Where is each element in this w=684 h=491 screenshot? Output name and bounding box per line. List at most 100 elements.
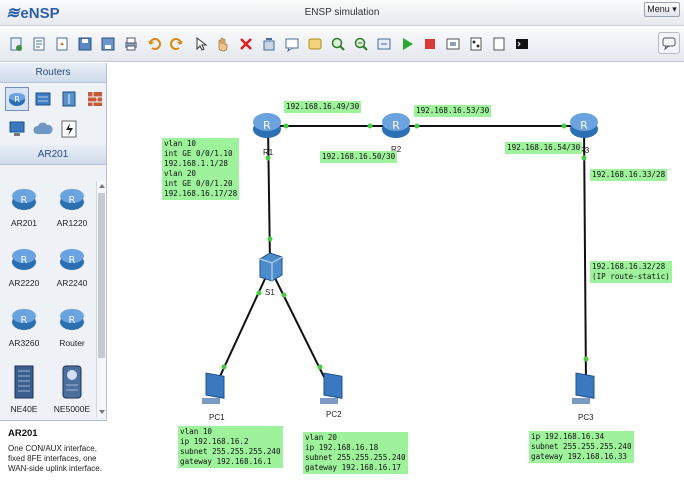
print-icon[interactable] [121,34,140,53]
menu-button-label: Menu [647,4,670,14]
redo-icon[interactable] [167,34,186,53]
start-icon[interactable] [397,34,416,53]
description-text: One CON/AUX interface, fixed 8FE interfa… [8,444,102,473]
save-as-icon[interactable] [98,34,117,53]
pc-category-icon[interactable] [5,117,29,141]
router-icon: R [12,189,36,210]
scroll-up-icon[interactable] [99,184,105,188]
description-title: AR201 [8,428,38,439]
router-icon: R [60,249,84,270]
console-icon[interactable] [512,34,531,53]
chassis-router-icon [62,365,82,399]
device-item-router[interactable]: R Router [48,301,96,361]
device-item-ar2220[interactable]: R AR2220 [0,241,48,301]
device-label: AR201 [11,218,37,228]
chat-icon[interactable] [658,32,680,54]
device-label: AR2240 [56,278,88,288]
device-header: AR201 [0,145,106,165]
router-icon: R [12,309,36,330]
svg-text:R: R [69,195,76,206]
undo-icon[interactable] [144,34,163,53]
router-icon: R [60,309,84,330]
device-item-ar3260[interactable]: R AR3260 [0,301,48,361]
switch-category-icon[interactable] [31,87,55,111]
panel-icon[interactable] [489,34,508,53]
select-pointer-icon[interactable] [190,34,209,53]
svg-text:R: R [392,119,400,132]
label-r1-config[interactable]: vlan 10 int GE 0/0/1.10 192.168.1.1/28 v… [162,138,240,200]
device-list: R AR201 R AR1220 R AR2220 R AR2240 R AR3… [0,181,96,417]
capture-icon[interactable] [443,34,462,53]
label-r1-r2-bottom[interactable]: 192.168.16.50/30 [320,151,398,163]
label-r3-left[interactable]: 192.168.16.54/30 [505,142,583,154]
label-r1-r2-top[interactable]: 192.168.16.49/30 [284,101,362,113]
label-pc1-config[interactable]: vlan 10 ip 192.168.16.2 subnet 255.255.2… [178,426,283,468]
ensp-window: ≋ eNSP ENSP simulation Menu ▾ Routers R … [0,0,684,491]
link-r3-pc3[interactable] [583,125,587,386]
svg-text:R: R [21,255,28,266]
device-label: NE5000E [53,404,91,414]
switch-s1-icon[interactable] [259,252,283,282]
router-category-icon[interactable]: R [5,87,29,111]
device-item-ne5000e[interactable]: NE5000E [48,361,96,421]
device-label: AR1220 [56,218,88,228]
new-topology-icon[interactable] [6,34,25,53]
cloud-category-icon[interactable] [31,117,55,141]
label-r2-r3-top[interactable]: 192.168.16.53/30 [414,105,492,117]
router-icon: R [12,249,36,270]
device-description: AR201 One CON/AUX interface, fixed 8FE i… [0,420,107,491]
device-item-ar201[interactable]: R AR201 [0,181,48,241]
fit-view-icon[interactable] [374,34,393,53]
device-list-scrollbar[interactable] [96,181,106,417]
device-item-ne40e[interactable]: NE40E [0,361,48,421]
zoom-out-icon[interactable] [351,34,370,53]
menu-button[interactable]: Menu ▾ [644,2,680,17]
device-label: AR3260 [8,338,40,348]
new-example-icon[interactable] [29,34,48,53]
category-icons-row2 [0,113,106,145]
zoom-in-icon[interactable] [328,34,347,53]
svg-text:R: R [21,195,28,206]
topology-canvas[interactable]: R R R R1 R2 R3 S1 PC1 PC2 PC3 192.168.16… [108,63,684,491]
save-icon[interactable] [75,34,94,53]
router-icon: R [60,189,84,210]
router-r3-icon[interactable]: R [570,113,598,138]
label-pc2-config[interactable]: vlan 20 ip 192.168.16.18 subnet 255.255.… [303,432,408,474]
delete-all-icon[interactable] [259,34,278,53]
pc-pc1-icon[interactable] [202,372,225,404]
topology-icon[interactable] [466,34,485,53]
pan-hand-icon[interactable] [213,34,232,53]
category-icons: R [0,83,106,113]
node-label-r1: R1 [263,148,274,157]
window-title: ENSP simulation [304,7,380,18]
label-r3-down[interactable]: 192.168.16.33/28 [590,169,668,181]
router-r2-icon[interactable]: R [382,113,410,138]
router-r1-icon[interactable]: R [253,113,281,138]
device-item-ar1220[interactable]: R AR1220 [48,181,96,241]
delete-icon[interactable] [236,34,255,53]
wireless-category-icon[interactable] [57,87,81,111]
chassis-router-icon [14,365,34,399]
link-r1-s1[interactable] [267,125,271,264]
node-label-pc3: PC3 [578,413,594,422]
scroll-down-icon[interactable] [99,410,105,414]
svg-text:R: R [69,315,76,326]
firewall-category-icon[interactable] [83,87,107,111]
text-note-icon[interactable] [282,34,301,53]
label-r3-route[interactable]: 192.168.16.32/28 (IP route-static) [590,261,672,283]
svg-text:R: R [69,255,76,266]
node-label-s1: S1 [265,288,275,297]
rectangle-icon[interactable] [305,34,324,53]
category-header: Routers [0,63,106,83]
scroll-thumb[interactable] [98,193,105,358]
open-icon[interactable] [52,34,71,53]
pc-pc3-icon[interactable] [572,372,595,404]
svg-text:R: R [14,95,20,104]
title-bar: ≋ eNSP ENSP simulation Menu ▾ [0,0,684,26]
svg-text:R: R [580,119,588,132]
label-pc3-config[interactable]: ip 192.168.16.34 subnet 255.255.255.240 … [529,431,634,463]
device-item-ar2240[interactable]: R AR2240 [48,241,96,301]
cable-category-icon[interactable] [57,117,81,141]
stop-icon[interactable] [420,34,439,53]
node-label-pc1: PC1 [209,413,225,422]
